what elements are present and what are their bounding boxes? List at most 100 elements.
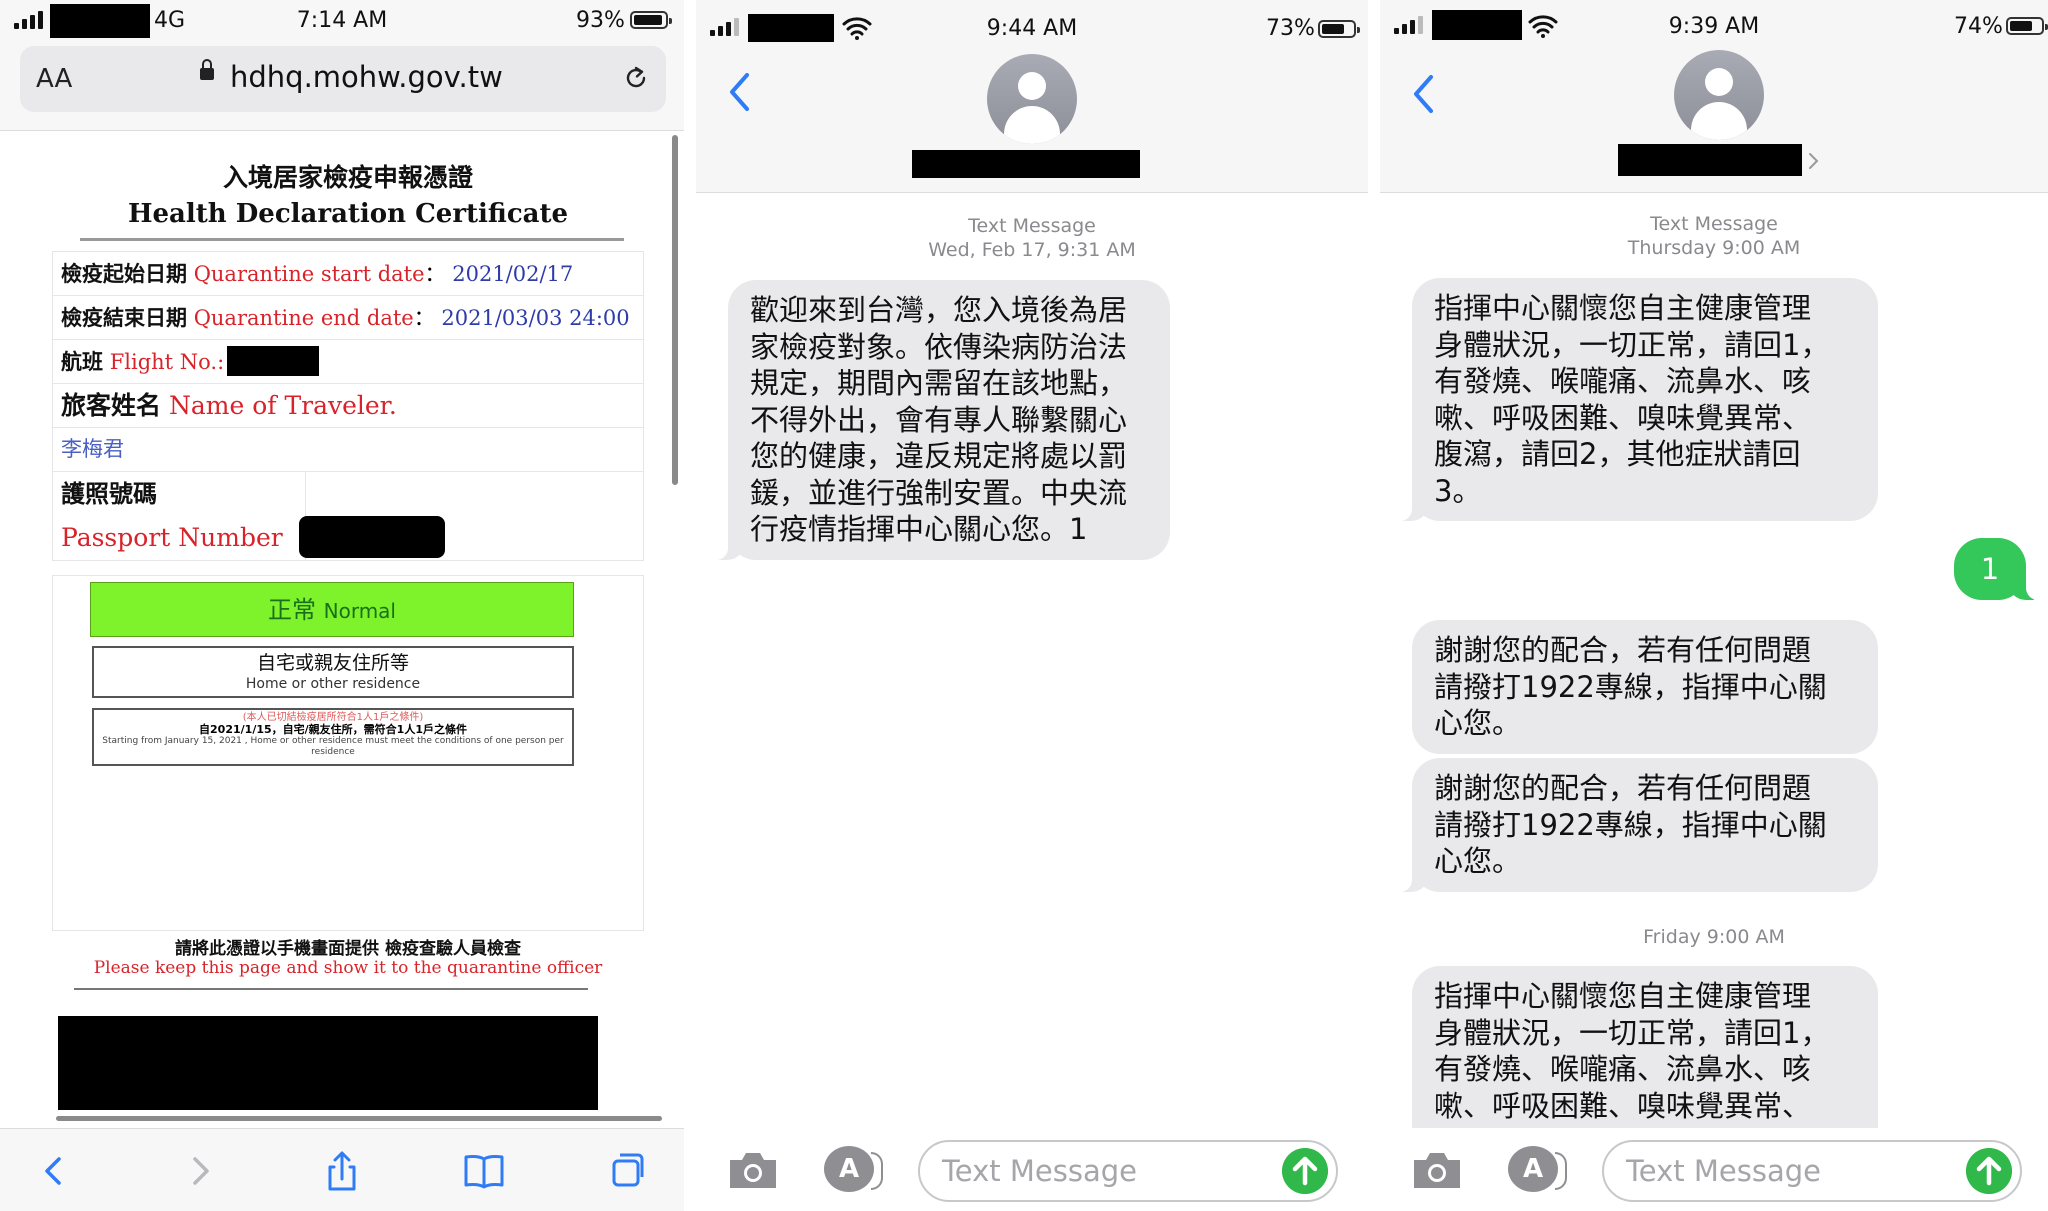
title-divider	[80, 238, 624, 241]
received-message[interactable]: 歡迎來到台灣，您入境後為居 家檢疫對象。依傳染病防治法 規定，期間內需留在該地點…	[710, 280, 1170, 560]
sent-message[interactable]: 1	[1954, 538, 2044, 600]
reload-icon[interactable]	[622, 64, 650, 92]
message-line: 身體狀況，一切正常，請回1，	[1434, 1015, 1830, 1050]
battery-icon	[2006, 17, 2048, 35]
received-message[interactable]: 謝謝您的配合，若有任何問題 請撥打1922專線，指揮中心關 心您。	[1412, 620, 1878, 754]
traveler-label-row: 旅客姓名 Name of Traveler.	[52, 384, 644, 428]
certificate-title-zh: 入境居家檢疫申報憑證	[222, 163, 473, 192]
avatar-icon[interactable]	[987, 54, 1077, 144]
timestamp-date: Thursday 9:00 AM	[1627, 237, 1801, 259]
passport-label-zh: 護照號碼	[61, 479, 157, 508]
message-input[interactable]: Text Message	[918, 1140, 1338, 1202]
residence-zh: 自宅或親友住所等	[256, 652, 409, 674]
safari-toolbar	[0, 1128, 684, 1211]
message-line: 行疫情指揮中心關心您。1	[750, 512, 1088, 546]
timestamp-label: Text Message	[968, 215, 1096, 237]
flight-label-en: Flight No.:	[109, 350, 225, 374]
message-placeholder: Text Message	[942, 1154, 1137, 1188]
app-store-icon[interactable]: A	[1508, 1146, 1567, 1192]
message-line: 謝謝您的配合，若有任何問題	[1434, 771, 1812, 805]
end-label-zh: 檢疫結束日期	[61, 305, 187, 330]
message-line: 指揮中心關懷您自主健康管理	[1434, 979, 1812, 1013]
horizontal-scrollbar[interactable]	[56, 1116, 662, 1121]
message-line: 規定，期間內需留在該地點，	[750, 366, 1128, 400]
status-bar: 9:44 AM 73%	[696, 0, 1368, 44]
forward-chevron-icon[interactable]	[178, 1149, 222, 1193]
received-message[interactable]: 指揮中心關懷您自主健康管理 身體狀況，一切正常，請回1， 有發燒、喉嚨痛、流鼻水…	[1412, 966, 1878, 1136]
url-text[interactable]: hdhq.mohw.gov.tw	[230, 60, 503, 94]
status-bar: 4G 7:14 AM 93%	[0, 0, 684, 44]
redacted-contact-name[interactable]	[912, 150, 1140, 178]
redacted-contact-name[interactable]	[1618, 144, 1802, 176]
footer-divider	[74, 988, 588, 990]
message-line: 心您。	[1434, 844, 1522, 878]
messages-panel-1: 9:44 AM 73% Text Message Wed, Feb 17, 9:…	[696, 0, 1368, 1211]
message-line: 不得外出，會有專人聯繫關心	[750, 402, 1128, 437]
start-label-en: Quarantine start date	[193, 262, 425, 286]
app-store-icon[interactable]: A	[824, 1146, 883, 1192]
battery-icon	[1318, 20, 1360, 38]
message-line: 家檢疫對象。依傳染病防治法	[750, 329, 1128, 364]
status-en: Normal	[323, 599, 396, 623]
message-line: 3。	[1434, 473, 1482, 508]
message-line: 鍰，並進行強制安置。中央流	[750, 475, 1128, 510]
tabs-icon[interactable]	[604, 1149, 648, 1193]
battery-icon	[630, 11, 672, 29]
timestamp: Text Message Wed, Feb 17, 9:31 AM	[696, 214, 1368, 262]
message-line: 嗽、呼吸困難、嗅味覺異常、	[1434, 1088, 1812, 1123]
passport-row: 護照號碼 Passport Number	[52, 472, 644, 561]
timestamp-friday: Friday 9:00 AM	[1643, 926, 1785, 948]
message-line: 指揮中心關懷您自主健康管理	[1434, 291, 1812, 325]
message-line: 有發燒、喉嚨痛、流鼻水、咳	[1434, 364, 1812, 398]
message-line: 請撥打1922專線，指揮中心關	[1434, 669, 1827, 704]
message-line: 有發燒、喉嚨痛、流鼻水、咳	[1434, 1052, 1812, 1086]
message-text: 歡迎來到台灣，您入境後為居 家檢疫對象。依傳染病防治法 規定，期間內需留在該地點…	[750, 292, 1148, 548]
traveler-label-en: Name of Traveler.	[168, 391, 397, 420]
message-input[interactable]: Text Message	[1602, 1140, 2022, 1202]
safari-panel: 4G 7:14 AM 93% AA hdhq.mohw.gov.tw 入境居家檢…	[0, 0, 684, 1211]
message-line: 您的健康，違反規定將處以罰	[750, 439, 1128, 473]
message-line: 嗽、呼吸困難、嗅味覺異常、	[1434, 400, 1812, 435]
message-line: 歡迎來到台灣，您入境後為居	[750, 293, 1128, 327]
certificate: 入境居家檢疫申報憑證 Health Declaration Certificat…	[52, 160, 644, 561]
certificate-title-en: Health Declaration Certificate	[127, 199, 569, 229]
back-chevron-icon[interactable]	[728, 72, 750, 112]
message-composer: A Text Message	[696, 1128, 1368, 1211]
start-colon: ：	[424, 262, 446, 286]
received-message[interactable]: 指揮中心關懷您自主健康管理 身體狀況，一切正常，請回1， 有發燒、喉嚨痛、流鼻水…	[1394, 278, 1878, 521]
message-line: 謝謝您的配合，若有任何問題	[1434, 633, 1812, 667]
redacted-passport	[299, 516, 445, 558]
start-label-zh: 檢疫起始日期	[61, 261, 187, 286]
back-chevron-icon[interactable]	[1412, 74, 1434, 114]
message-line: 身體狀況，一切正常，請回1，	[1434, 327, 1830, 362]
redacted-block	[58, 1016, 598, 1110]
timestamp: Text Message Thursday 9:00 AM	[1380, 212, 2048, 260]
traveler-name-row: 李梅君	[52, 428, 644, 472]
send-arrow-icon[interactable]	[1282, 1148, 1328, 1194]
text-size-button[interactable]: AA	[36, 64, 72, 94]
message-placeholder: Text Message	[1626, 1154, 1821, 1188]
send-arrow-icon[interactable]	[1966, 1148, 2012, 1194]
message-line: 心您。	[1434, 706, 1522, 740]
status-zh: 正常	[267, 596, 316, 624]
address-bar[interactable]: AA hdhq.mohw.gov.tw	[20, 46, 666, 112]
text-size-label: AA	[36, 64, 73, 94]
status-time: 9:39 AM	[1668, 14, 1760, 39]
start-date-value: 2021/02/17	[452, 262, 574, 286]
timestamp-label: Text Message	[1650, 213, 1778, 235]
traveler-name: 李梅君	[61, 437, 124, 461]
message-composer: A Text Message	[1380, 1128, 2048, 1211]
end-label-en: Quarantine end date	[193, 306, 414, 330]
avatar-icon[interactable]	[1674, 50, 1764, 140]
residence-note-box: (本人已切結檢疫居所符合1人1戶之條件) 自2021/1/15，自宅/親友住所，…	[92, 708, 574, 766]
status-normal-box: 正常 Normal	[90, 582, 574, 637]
camera-icon[interactable]	[1410, 1150, 1464, 1190]
end-date-value: 2021/03/03 24:00	[441, 306, 630, 330]
bookmarks-icon[interactable]	[462, 1149, 506, 1193]
vertical-scrollbar[interactable]	[672, 135, 678, 485]
back-chevron-icon[interactable]	[32, 1149, 76, 1193]
received-message[interactable]: 謝謝您的配合，若有任何問題 請撥打1922專線，指揮中心關 心您。	[1394, 758, 1878, 892]
camera-icon[interactable]	[726, 1150, 780, 1190]
share-icon[interactable]	[320, 1149, 364, 1193]
chevron-right-icon[interactable]	[1808, 152, 1820, 170]
